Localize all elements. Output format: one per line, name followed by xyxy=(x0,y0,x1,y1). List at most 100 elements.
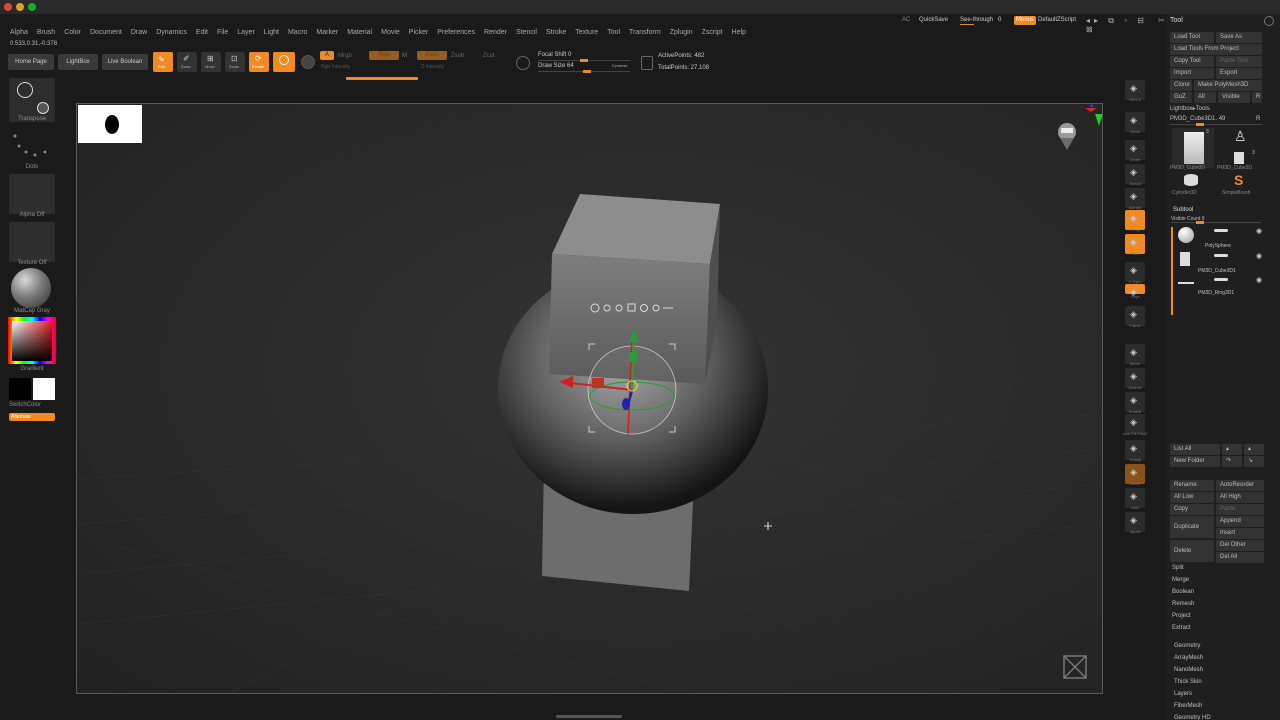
section-split[interactable]: Split xyxy=(1172,565,1184,571)
menu-item-stroke[interactable]: Stroke xyxy=(546,27,566,38)
primary-color-swatch[interactable] xyxy=(33,378,55,400)
default-zscript-button[interactable]: DefaultZScript xyxy=(1038,17,1076,23)
menu-item-picker[interactable]: Picker xyxy=(409,27,428,38)
rename-button[interactable]: Rename xyxy=(1170,480,1214,491)
draw-size-slider[interactable]: Draw Size 64 xyxy=(538,63,574,69)
move-top-arrow-icon[interactable]: ▴ xyxy=(1244,444,1264,455)
section-geometry-hd[interactable]: Geometry HD xyxy=(1174,715,1211,720)
window-control-icons[interactable]: ◂▸ ⧉ ▫ ⊟ ⊠ xyxy=(1086,16,1154,34)
close-window-button[interactable] xyxy=(4,3,12,11)
menu-item-dynamics[interactable]: Dynamics xyxy=(156,27,187,38)
autoreorder-button[interactable]: AutoReorder xyxy=(1216,480,1264,491)
menu-item-alpha[interactable]: Alpha xyxy=(10,27,28,38)
menu-item-brush[interactable]: Brush xyxy=(37,27,55,38)
zsub-button[interactable]: Zsub xyxy=(451,53,464,59)
current-tool-slider[interactable]: PM3D_Cube3D1. 49 xyxy=(1170,116,1225,122)
draw-mode-button[interactable]: ✐ Draw xyxy=(177,52,197,72)
menus-button[interactable]: Menus xyxy=(1014,16,1036,25)
tool-thumb-figure[interactable]: ♙ xyxy=(1218,128,1260,148)
menu-item-material[interactable]: Material xyxy=(347,27,372,38)
subtool-scrollbar[interactable] xyxy=(1171,227,1173,315)
delete-button[interactable]: Delete xyxy=(1170,540,1214,562)
color-square[interactable] xyxy=(12,321,52,361)
menu-item-draw[interactable]: Draw xyxy=(131,27,147,38)
make-polymesh-button[interactable]: Make PolyMesh3D xyxy=(1194,80,1262,91)
move-mode-button[interactable]: ⊞ Move xyxy=(201,52,221,72)
section-nanomesh[interactable]: NanoMesh xyxy=(1174,667,1203,673)
subtool-toggle[interactable] xyxy=(1214,278,1228,281)
view-gxyz-button[interactable]: ◈ xyxy=(1125,284,1145,297)
menu-item-macro[interactable]: Macro xyxy=(288,27,307,38)
move-up-arrow-icon[interactable]: ▴ xyxy=(1222,444,1242,455)
menu-item-marker[interactable]: Marker xyxy=(316,27,338,38)
clone-button[interactable]: Clone xyxy=(1170,80,1192,91)
paste-subtool-button[interactable]: Paste xyxy=(1216,504,1264,515)
menu-item-tool[interactable]: Tool xyxy=(607,27,620,38)
orientation-head-icon[interactable] xyxy=(1055,120,1079,152)
subtool-section-header[interactable]: Subtool xyxy=(1173,207,1193,213)
save-as-button[interactable]: Save As xyxy=(1216,32,1262,43)
minimize-window-button[interactable] xyxy=(16,3,24,11)
subtool-toggle[interactable] xyxy=(1214,229,1228,232)
menu-item-zplugin[interactable]: Zplugin xyxy=(670,27,693,38)
append-button[interactable]: Append xyxy=(1216,516,1264,527)
scale-mode-button[interactable]: ⊡ Scale xyxy=(225,52,245,72)
insert-button[interactable]: Insert xyxy=(1216,528,1264,539)
all-low-button[interactable]: All Low xyxy=(1170,492,1214,503)
live-boolean-button[interactable]: Live Boolean xyxy=(102,54,148,70)
zcut-button[interactable]: Zcut xyxy=(483,53,495,59)
navigator-thumbnail[interactable] xyxy=(78,105,142,143)
color-picker[interactable] xyxy=(8,317,56,364)
move-down-arrow-icon[interactable]: ↷ xyxy=(1222,456,1242,467)
focal-shift-slider[interactable]: Focal Shift 0 xyxy=(538,52,571,58)
menu-item-file[interactable]: File xyxy=(217,27,228,38)
rgb-button[interactable]: Rgb xyxy=(369,51,399,60)
menu-item-document[interactable]: Document xyxy=(90,27,122,38)
del-all-button[interactable]: Del All xyxy=(1216,552,1264,563)
a-channel-button[interactable]: A xyxy=(320,51,334,60)
menu-item-texture[interactable]: Texture xyxy=(575,27,598,38)
secondary-color-swatch[interactable] xyxy=(9,378,31,400)
alternate-button[interactable]: Alternate xyxy=(9,413,55,421)
section-remesh[interactable]: Remesh xyxy=(1172,601,1194,607)
menu-item-edit[interactable]: Edit xyxy=(196,27,208,38)
m-button[interactable]: M xyxy=(402,53,407,59)
z-intensity-slider[interactable]: Z Intensity xyxy=(421,64,444,70)
lightbox-button[interactable]: LightBox xyxy=(58,54,98,70)
home-page-button[interactable]: Home Page xyxy=(8,54,54,70)
bottom-scroll-handle[interactable] xyxy=(556,715,622,718)
menu-item-render[interactable]: Render xyxy=(484,27,507,38)
menu-item-light[interactable]: Light xyxy=(264,27,279,38)
duplicate-button[interactable]: Duplicate xyxy=(1170,516,1214,538)
subtool-item-polysphere[interactable]: ◉ PolySphere xyxy=(1176,227,1266,251)
section-layers[interactable]: Layers xyxy=(1174,691,1192,697)
maximize-window-button[interactable] xyxy=(28,3,36,11)
subtool-item-ring[interactable]: ◉ PM3D_Ring3D1 xyxy=(1176,276,1266,300)
list-all-button[interactable]: List All xyxy=(1170,444,1220,455)
move-bottom-arrow-icon[interactable]: ↘ xyxy=(1244,456,1264,467)
quicksave-button[interactable]: QuickSave xyxy=(919,17,948,23)
goz-r-button[interactable]: R xyxy=(1252,92,1262,103)
paste-tool-button[interactable]: Paste Tool xyxy=(1216,56,1262,67)
menu-item-zscript[interactable]: Zscript xyxy=(702,27,723,38)
cylinder-thumb-icon[interactable] xyxy=(1184,174,1200,188)
tool-thumb-cube[interactable]: 3 xyxy=(1172,128,1214,168)
import-button[interactable]: Import xyxy=(1170,68,1214,79)
del-other-button[interactable]: Del Other xyxy=(1216,540,1264,551)
menu-item-movie[interactable]: Movie xyxy=(381,27,400,38)
section-project[interactable]: Project xyxy=(1172,613,1191,619)
visibility-eye-icon[interactable]: ◉ xyxy=(1256,227,1262,235)
alpha-button[interactable] xyxy=(9,174,55,214)
goz-all-button[interactable]: All xyxy=(1194,92,1216,103)
copy-tool-button[interactable]: Copy Tool xyxy=(1170,56,1214,67)
export-button[interactable]: Export xyxy=(1216,68,1262,79)
lightbox-tools-button[interactable]: Lightbox▸Tools xyxy=(1170,105,1210,112)
lazy-mouse-icon[interactable] xyxy=(516,56,530,70)
section-fibermesh[interactable]: FiberMesh xyxy=(1174,703,1202,709)
menu-item-layer[interactable]: Layer xyxy=(237,27,255,38)
see-through-slider[interactable]: See-through 0 xyxy=(960,16,1008,25)
section-merge[interactable]: Merge xyxy=(1172,577,1189,583)
section-thick-skin[interactable]: Thick Skin xyxy=(1174,679,1202,685)
subtool-toggle[interactable] xyxy=(1214,254,1228,257)
visibility-eye-icon[interactable]: ◉ xyxy=(1256,276,1262,284)
